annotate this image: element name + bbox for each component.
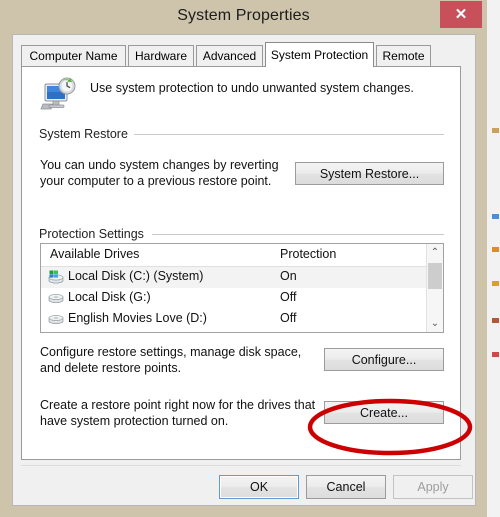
background-fleck — [492, 247, 499, 252]
background-fleck — [492, 128, 499, 133]
drive-icon — [48, 312, 64, 327]
banner-text: Use system protection to undo unwanted s… — [90, 81, 414, 95]
available-drives-list[interactable]: Available Drives Protection Local Disk (… — [40, 243, 444, 333]
column-header-protection: Protection — [280, 247, 337, 261]
system-protection-icon — [39, 74, 79, 114]
tab-computer-name[interactable]: Computer Name — [21, 45, 126, 67]
system-restore-description: You can undo system changes by reverting… — [40, 158, 279, 188]
table-row[interactable]: English Movies Love (D:) Off — [41, 309, 443, 330]
tab-strip: Computer Name Hardware Advanced System P… — [21, 42, 461, 67]
ok-button[interactable]: OK — [219, 475, 299, 499]
background-window-strip — [486, 0, 500, 517]
drive-icon — [48, 332, 64, 333]
table-row[interactable]: Local Disk (G:) Off — [41, 288, 443, 309]
scrollbar-thumb[interactable] — [428, 263, 442, 289]
system-restore-button[interactable]: System Restore... — [295, 162, 444, 185]
chevron-up-icon[interactable]: ⌃ — [427, 244, 443, 261]
footer-separator — [21, 465, 461, 466]
drive-icon — [48, 291, 64, 306]
system-drive-icon — [48, 270, 64, 285]
tab-advanced[interactable]: Advanced — [196, 45, 263, 67]
background-fleck — [492, 281, 499, 286]
table-row[interactable]: Mahmoudy (F:) Off — [41, 330, 443, 333]
chevron-down-icon[interactable]: ⌄ — [427, 315, 443, 332]
system-properties-window: System Properties ✕ Computer Name Hardwa… — [0, 0, 487, 517]
drive-protection: On — [280, 269, 297, 283]
create-description: Create a restore point right now for the… — [40, 398, 316, 428]
apply-button: Apply — [393, 475, 473, 499]
configure-button[interactable]: Configure... — [324, 348, 444, 371]
system-restore-group-label: System Restore — [39, 127, 134, 141]
drive-protection: Off — [280, 311, 297, 325]
background-fleck — [492, 352, 499, 357]
drive-name: English Movies Love (D:) — [68, 311, 207, 325]
drive-protection: Off — [280, 290, 297, 304]
configure-description: Configure restore settings, manage disk … — [40, 345, 302, 375]
drive-protection: Off — [280, 331, 296, 332]
background-fleck — [492, 214, 499, 219]
drive-name: Local Disk (C:) (System) — [68, 269, 204, 283]
tab-hardware[interactable]: Hardware — [128, 45, 194, 67]
title-bar: System Properties ✕ — [0, 0, 487, 34]
list-header-row: Available Drives Protection — [41, 244, 443, 267]
dialog-client-area: Computer Name Hardware Advanced System P… — [12, 34, 476, 506]
system-protection-tab-page: Use system protection to undo unwanted s… — [21, 66, 461, 460]
drive-name: Mahmoudy (F:) — [68, 331, 153, 332]
system-restore-group-rule — [134, 134, 444, 135]
tab-system-protection[interactable]: System Protection — [265, 42, 374, 67]
protection-settings-group-label: Protection Settings — [39, 227, 150, 241]
window-title: System Properties — [177, 7, 310, 24]
cancel-button[interactable]: Cancel — [306, 475, 386, 499]
close-icon[interactable]: ✕ — [440, 1, 482, 28]
table-row[interactable]: Local Disk (C:) (System) On — [41, 267, 443, 288]
list-scrollbar[interactable]: ⌃ ⌄ — [426, 244, 443, 332]
column-header-available-drives: Available Drives — [50, 247, 140, 261]
protection-settings-group-rule — [152, 234, 444, 235]
tab-remote[interactable]: Remote — [376, 45, 431, 67]
drive-name: Local Disk (G:) — [68, 290, 151, 304]
create-button[interactable]: Create... — [324, 401, 444, 424]
background-fleck — [492, 318, 499, 323]
